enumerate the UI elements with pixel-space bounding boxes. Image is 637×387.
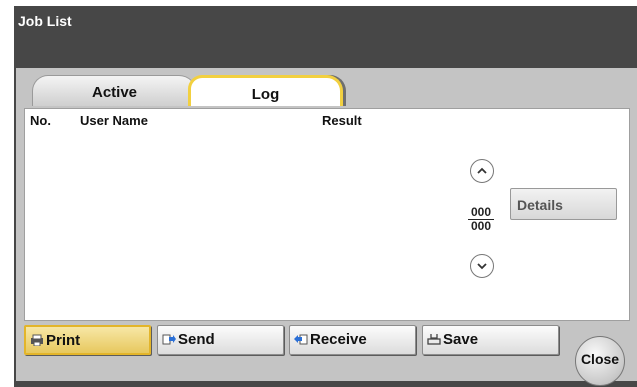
scroll-down-button[interactable] <box>470 254 494 278</box>
send-button[interactable]: Send <box>157 325 284 355</box>
save-button[interactable]: Save <box>422 325 559 355</box>
chevron-up-icon <box>477 167 487 174</box>
print-button[interactable]: Print <box>24 325 151 355</box>
table-header: No. User Name Result <box>27 110 456 128</box>
details-button[interactable]: Details <box>510 188 617 220</box>
print-button-label: Print <box>46 332 81 349</box>
save-button-label: Save <box>443 331 479 348</box>
page-current: 000 <box>468 206 494 220</box>
column-header-user-name: User Name <box>80 113 148 128</box>
send-icon <box>162 334 176 345</box>
chevron-down-icon <box>477 263 487 270</box>
page-counter: 000 000 <box>468 206 494 233</box>
log-list-area: No. User Name Result 000 000 Details <box>24 108 630 321</box>
receive-button-label: Receive <box>310 331 367 348</box>
window-title: Job List <box>18 13 72 29</box>
scroll-up-button[interactable] <box>470 159 494 183</box>
page-total: 000 <box>470 219 492 233</box>
receive-icon <box>294 334 308 345</box>
tab-log[interactable]: Log <box>188 75 343 106</box>
receive-button[interactable]: Receive <box>289 325 416 355</box>
column-header-no: No. <box>30 113 51 128</box>
tab-active[interactable]: Active <box>32 75 197 106</box>
save-icon <box>427 334 441 345</box>
close-button[interactable]: Close <box>575 336 625 386</box>
column-header-result: Result <box>322 113 362 128</box>
print-icon <box>31 334 43 346</box>
job-list-panel: Active Log No. User Name Result 000 000 <box>16 68 637 381</box>
send-button-label: Send <box>178 331 215 348</box>
job-list-window: Job List Active Log No. User Name Result… <box>14 6 637 387</box>
